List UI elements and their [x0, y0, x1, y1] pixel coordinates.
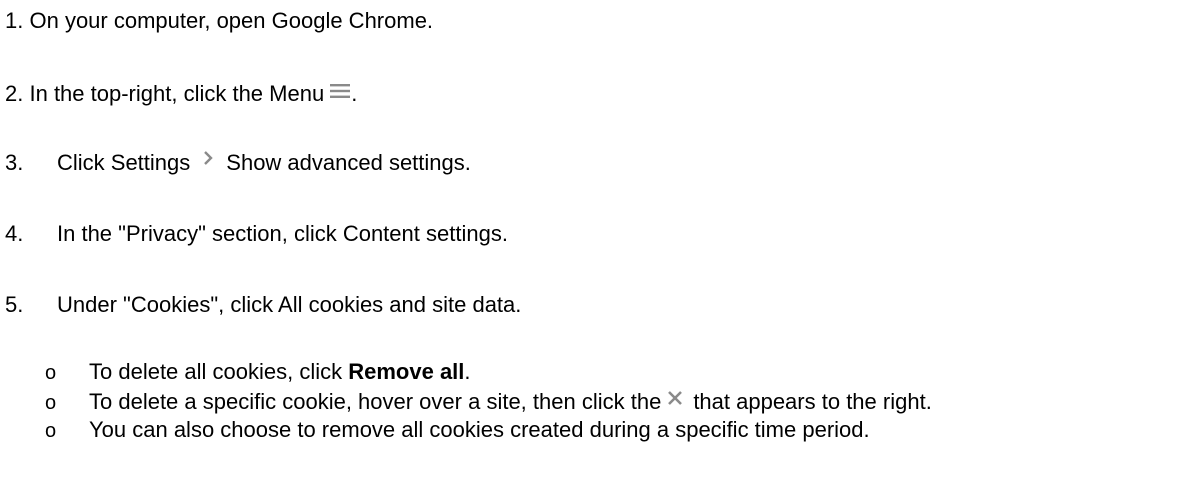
instructions-document: 1. On your computer, open Google Chrome.… [0, 0, 1200, 477]
step-3: 3. Click Settings Show advanced settings. [5, 150, 471, 176]
step-4-text: In the "Privacy" section, click Content … [57, 221, 508, 246]
close-x-icon [667, 390, 683, 406]
sub-item-bullet: o [45, 392, 57, 414]
step-1-text: On your computer, open Google Chrome. [29, 8, 434, 33]
step-1: 1. On your computer, open Google Chrome. [5, 8, 433, 34]
step-5: 5. Under "Cookies", click All cookies and… [5, 292, 521, 318]
sub-item-text-end: . [464, 359, 471, 384]
step-3-number: 3. [5, 150, 24, 175]
sub-item-text-end: that appears to the right. [693, 389, 932, 414]
step-3-text-end: Show advanced settings. [226, 150, 471, 175]
sub-item-remove-all: o To delete all cookies, click Remove all… [45, 359, 471, 385]
sub-item-text: To delete a specific cookie, hover over … [89, 389, 662, 414]
step-5-text: Under "Cookies", click All cookies and s… [57, 292, 522, 317]
step-5-number: 5. [5, 292, 24, 317]
hamburger-menu-icon [330, 84, 351, 99]
step-2-text: In the top-right, click the Menu [29, 81, 325, 106]
sub-item-time-period: o You can also choose to remove all cooki… [45, 417, 870, 443]
step-2-text-end: . [351, 81, 358, 106]
step-1-number: 1. [5, 8, 24, 33]
step-4-number: 4. [5, 221, 24, 246]
step-4: 4. In the "Privacy" section, click Conten… [5, 221, 508, 247]
sub-item-delete-specific: o To delete a specific cookie, hover over… [45, 389, 932, 415]
step-2-number: 2. [5, 81, 24, 106]
sub-item-text: You can also choose to remove all cookie… [89, 417, 870, 442]
sub-item-bullet: o [45, 420, 57, 442]
remove-all-label: Remove all [348, 359, 465, 384]
sub-item-bullet: o [45, 362, 57, 384]
sub-item-text: To delete all cookies, click [89, 359, 349, 384]
step-2: 2. In the top-right, click the Menu. [5, 81, 357, 107]
step-3-text: Click Settings [57, 150, 191, 175]
chevron-right-icon [203, 151, 213, 166]
